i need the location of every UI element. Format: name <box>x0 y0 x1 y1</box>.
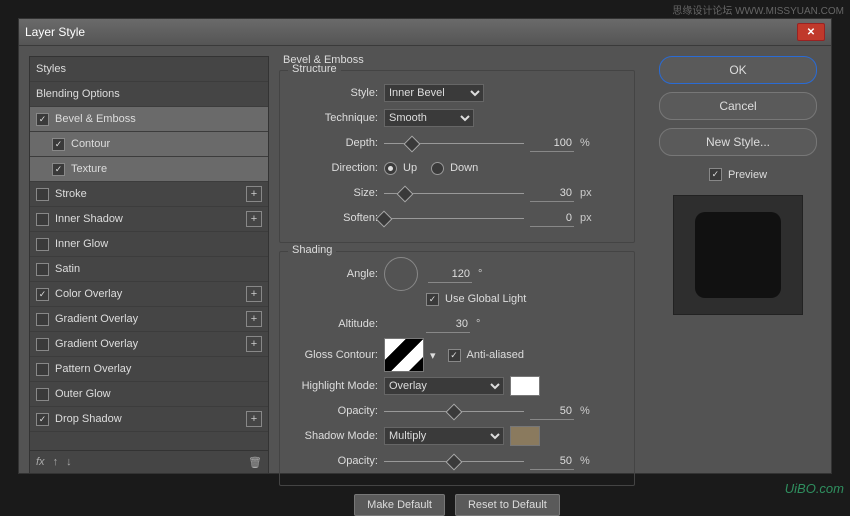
fx-label: fx <box>36 456 45 468</box>
preview-label: Preview <box>728 169 767 181</box>
sidebar-item-drop-shadow[interactable]: Drop Shadow+ <box>30 407 268 432</box>
shadow-opacity-input[interactable] <box>530 453 574 470</box>
global-light-checkbox[interactable]: ✓ <box>426 293 439 306</box>
technique-select[interactable]: Smooth <box>384 109 474 127</box>
make-default-button[interactable]: Make Default <box>354 494 445 516</box>
depth-slider[interactable] <box>384 136 524 150</box>
direction-up-radio[interactable] <box>384 162 397 175</box>
checkbox-icon[interactable] <box>36 238 49 251</box>
shadow-mode-select[interactable]: Multiply <box>384 427 504 445</box>
highlight-opacity-slider[interactable] <box>384 404 524 418</box>
checkbox-icon[interactable] <box>36 388 49 401</box>
structure-group: Structure Style: Inner Bevel Technique: … <box>279 70 635 243</box>
sidebar-item-inner-glow[interactable]: Inner Glow <box>30 232 268 257</box>
plus-icon[interactable]: + <box>246 411 262 427</box>
sidebar-item-bevel-emboss[interactable]: Bevel & Emboss <box>30 107 268 132</box>
size-input[interactable] <box>530 185 574 202</box>
sidebar-styles[interactable]: Styles <box>30 57 268 82</box>
preview-thumbnail <box>673 195 803 315</box>
sidebar-item-texture[interactable]: Texture <box>30 157 268 182</box>
shadow-color-swatch[interactable] <box>510 426 540 446</box>
plus-icon[interactable]: + <box>246 286 262 302</box>
plus-icon[interactable]: + <box>246 186 262 202</box>
size-slider[interactable] <box>384 186 524 200</box>
style-select[interactable]: Inner Bevel <box>384 84 484 102</box>
antialiased-checkbox[interactable]: ✓ <box>448 349 461 362</box>
sidebar-item-stroke[interactable]: Stroke+ <box>30 182 268 207</box>
fx-toolbar: fx ↑ ↓ 🗑 <box>29 451 269 474</box>
soften-input[interactable] <box>530 210 574 227</box>
preview-checkbox[interactable]: ✓ <box>709 168 722 181</box>
close-button[interactable]: ✕ <box>797 23 825 41</box>
checkbox-icon[interactable] <box>36 363 49 376</box>
sidebar-item-gradient-overlay-2[interactable]: Gradient Overlay+ <box>30 332 268 357</box>
cancel-button[interactable]: Cancel <box>659 92 817 120</box>
checkbox-icon[interactable] <box>36 188 49 201</box>
shadow-opacity-slider[interactable] <box>384 454 524 468</box>
direction-down-radio[interactable] <box>431 162 444 175</box>
checkbox-icon[interactable] <box>36 313 49 326</box>
angle-dial[interactable] <box>384 257 418 291</box>
ok-button[interactable]: OK <box>659 56 817 84</box>
highlight-color-swatch[interactable] <box>510 376 540 396</box>
sidebar-item-satin[interactable]: Satin <box>30 257 268 282</box>
chevron-down-icon[interactable]: ▾ <box>430 349 436 362</box>
sidebar-item-contour[interactable]: Contour <box>30 132 268 157</box>
sidebar-item-pattern-overlay[interactable]: Pattern Overlay <box>30 357 268 382</box>
close-icon: ✕ <box>807 27 815 38</box>
plus-icon[interactable]: + <box>246 311 262 327</box>
titlebar: Layer Style ✕ <box>19 19 831 46</box>
shading-group: Shading Angle: ° ✓ Use Global Light Alti… <box>279 251 635 486</box>
effects-sidebar: Styles Blending Options Bevel & Emboss C… <box>19 46 269 474</box>
sidebar-item-color-overlay[interactable]: Color Overlay+ <box>30 282 268 307</box>
dialog-actions: OK Cancel New Style... ✓ Preview <box>645 46 831 474</box>
arrow-down-icon[interactable]: ↓ <box>66 456 72 468</box>
plus-icon[interactable]: + <box>246 336 262 352</box>
altitude-input[interactable] <box>426 316 470 333</box>
trash-icon[interactable]: 🗑 <box>248 456 262 469</box>
checkbox-icon[interactable] <box>36 338 49 351</box>
sidebar-blending-options[interactable]: Blending Options <box>30 82 268 107</box>
angle-input[interactable] <box>428 266 472 283</box>
settings-panel: Bevel & Emboss Structure Style: Inner Be… <box>269 46 645 474</box>
highlight-opacity-input[interactable] <box>530 403 574 420</box>
new-style-button[interactable]: New Style... <box>659 128 817 156</box>
sidebar-item-gradient-overlay-1[interactable]: Gradient Overlay+ <box>30 307 268 332</box>
checkbox-icon[interactable] <box>36 288 49 301</box>
highlight-mode-select[interactable]: Overlay <box>384 377 504 395</box>
gloss-contour-picker[interactable] <box>384 338 424 372</box>
sidebar-item-outer-glow[interactable]: Outer Glow <box>30 382 268 407</box>
checkbox-icon[interactable] <box>36 113 49 126</box>
sidebar-item-inner-shadow[interactable]: Inner Shadow+ <box>30 207 268 232</box>
checkbox-icon[interactable] <box>52 138 65 151</box>
reset-default-button[interactable]: Reset to Default <box>455 494 560 516</box>
checkbox-icon[interactable] <box>36 213 49 226</box>
depth-input[interactable] <box>530 135 574 152</box>
bottom-watermark: UiBO.com <box>785 481 844 496</box>
checkbox-icon[interactable] <box>52 163 65 176</box>
dialog-title: Layer Style <box>25 25 85 39</box>
checkbox-icon[interactable] <box>36 413 49 426</box>
checkbox-icon[interactable] <box>36 263 49 276</box>
soften-slider[interactable] <box>384 211 524 225</box>
arrow-up-icon[interactable]: ↑ <box>53 456 59 468</box>
layer-style-dialog: Layer Style ✕ Styles Blending Options Be… <box>18 18 832 474</box>
plus-icon[interactable]: + <box>246 211 262 227</box>
top-watermark: 思缘设计论坛 WWW.MISSYUAN.COM <box>672 2 844 17</box>
